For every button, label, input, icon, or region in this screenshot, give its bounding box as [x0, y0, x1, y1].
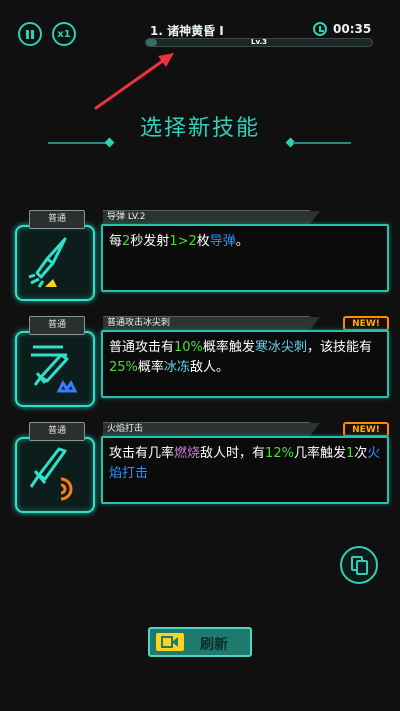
- description-segment: 次: [354, 446, 368, 461]
- clock-icon: [313, 22, 327, 36]
- description-segment: 普通攻击有: [109, 340, 175, 355]
- cards-icon-front: [356, 560, 368, 575]
- skill-type-tab: 普通: [29, 422, 85, 441]
- description-segment: 枚: [196, 234, 210, 249]
- description-segment: 每: [109, 234, 123, 249]
- skill-description: 攻击有几率燃烧敌人时，有12%几率触发1次火焰打击: [101, 436, 389, 504]
- description-segment: 攻击有几率: [109, 446, 175, 461]
- video-ad-icon: [156, 633, 184, 651]
- description-segment: 25%: [109, 360, 138, 375]
- description-segment: 导弹: [209, 234, 236, 249]
- description-segment: 10%: [174, 340, 203, 355]
- timer: 00:35: [333, 22, 372, 36]
- description-segment: 敌人。: [189, 360, 229, 375]
- description-segment: 燃烧: [174, 446, 201, 461]
- description-segment: 1: [345, 446, 355, 461]
- level-label: Lv.3: [251, 38, 267, 46]
- skill-icon-frame: [15, 225, 95, 301]
- heading-divider-right: [293, 142, 351, 144]
- description-segment: 概率触发: [202, 340, 255, 355]
- description-segment: 冰冻: [163, 360, 190, 375]
- skill-description: 普通攻击有10%概率触发寒冰尖刺，该技能有 25%概率冰冻敌人。: [101, 330, 389, 398]
- ice-sword-icon: [31, 345, 78, 393]
- description-segment: 12%: [265, 446, 294, 461]
- skill-card-missile[interactable]: 普通 导弹 LV.2 每2秒发射1>2枚导弹。: [13, 210, 389, 305]
- new-badge: NEW!: [343, 422, 389, 437]
- skill-description: 每2秒发射1>2枚导弹。: [101, 224, 389, 292]
- page-title: 选择新技能: [139, 116, 260, 141]
- skill-icon-frame: [15, 331, 95, 407]
- pause-icon: [26, 29, 34, 39]
- skill-name: 普通攻击冰尖刺: [103, 316, 320, 330]
- description-segment: 1>2: [169, 234, 197, 249]
- description-segment: 敌人时，有: [200, 446, 266, 461]
- skill-name: 火焰打击: [103, 422, 320, 436]
- missile-icon: [28, 237, 67, 288]
- skill-icon-frame: [15, 437, 95, 513]
- description-segment: 寒冰尖刺: [254, 340, 307, 355]
- refresh-button[interactable]: 刷新: [148, 627, 252, 657]
- fire-sword-icon: [29, 447, 73, 501]
- speed-button[interactable]: x1: [52, 22, 76, 46]
- pause-button[interactable]: [18, 22, 42, 46]
- level-progress-bar: Lv.3: [145, 38, 373, 47]
- description-segment: 几率触发: [293, 446, 346, 461]
- skill-name: 导弹 LV.2: [103, 210, 320, 224]
- stage-title: 1. 诸神黄昏 I: [150, 24, 224, 38]
- skill-card-fire-strike[interactable]: 普通 火焰打击 NEW! 攻击有几率燃烧敌人时，有12%几率触发1次火焰打击: [13, 422, 389, 517]
- description-segment: 。: [235, 234, 249, 249]
- skill-type-tab: 普通: [29, 316, 85, 335]
- skill-type-tab: 普通: [29, 210, 85, 229]
- description-segment: ，该技能有: [306, 340, 372, 355]
- new-badge: NEW!: [343, 316, 389, 331]
- refresh-label: 刷新: [200, 637, 228, 653]
- card-collection-button[interactable]: [340, 546, 378, 584]
- description-segment: 秒发射: [130, 234, 170, 249]
- heading-divider-left: [48, 142, 108, 144]
- description-segment: 概率: [137, 360, 164, 375]
- skill-card-ice-spike[interactable]: 普通 普通攻击冰尖刺 NEW! 普通攻击有10%概率触发寒冰尖刺，该技能有 25%…: [13, 316, 389, 411]
